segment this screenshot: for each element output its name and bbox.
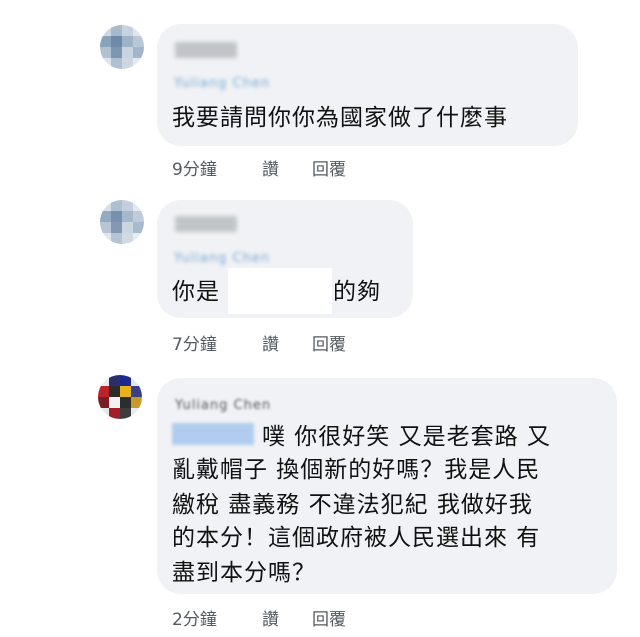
comment-text-line: 盡到本分嗎？ <box>172 560 316 586</box>
mention-tag[interactable]: Yuliang Chen <box>172 77 340 91</box>
avatar[interactable] <box>100 200 144 244</box>
mention-tag-blurred[interactable] <box>172 423 254 445</box>
reply-button[interactable]: 回覆 <box>312 155 346 180</box>
avatar[interactable] <box>98 375 142 419</box>
redaction-box <box>228 268 332 314</box>
reply-button[interactable]: 回覆 <box>312 330 346 355</box>
comment-time[interactable]: 2分鐘 <box>172 605 217 630</box>
comment-time[interactable]: 7分鐘 <box>172 330 217 355</box>
comment-text-line: 的本分！這個政府被人民選出來 有 <box>172 525 541 551</box>
comment-meta: 7分鐘 讚 回覆 <box>172 330 392 355</box>
comment-text-line: 噗 你很好笑 又是老套路 又 <box>262 424 551 450</box>
comment-text-line: 繳稅 盡義務 不違法犯紀 我做好我 <box>172 492 533 518</box>
comment-text-part: 你是 <box>172 279 220 305</box>
avatar[interactable] <box>100 25 144 69</box>
author-name-blurred[interactable] <box>175 216 237 232</box>
comment-text-line: 亂戴帽子 換個新的好嗎？我是人民 <box>172 457 541 483</box>
comment-meta: 2分鐘 讚 回覆 <box>172 605 392 630</box>
author-name-blurred[interactable] <box>175 42 237 58</box>
like-button[interactable]: 讚 <box>262 155 279 180</box>
comment-text: 我要請問你你為國家做了什麼事 <box>172 105 508 131</box>
like-button[interactable]: 讚 <box>262 330 279 355</box>
mention-tag[interactable]: Yuliang Chen <box>172 252 340 266</box>
like-button[interactable]: 讚 <box>262 605 279 630</box>
reply-button[interactable]: 回覆 <box>312 605 346 630</box>
comment-text-part: 的夠 <box>333 279 381 305</box>
comment-meta: 9分鐘 讚 回覆 <box>172 155 392 180</box>
author-name[interactable]: Yuliang Chen <box>175 394 315 413</box>
comment-time[interactable]: 9分鐘 <box>172 155 217 180</box>
